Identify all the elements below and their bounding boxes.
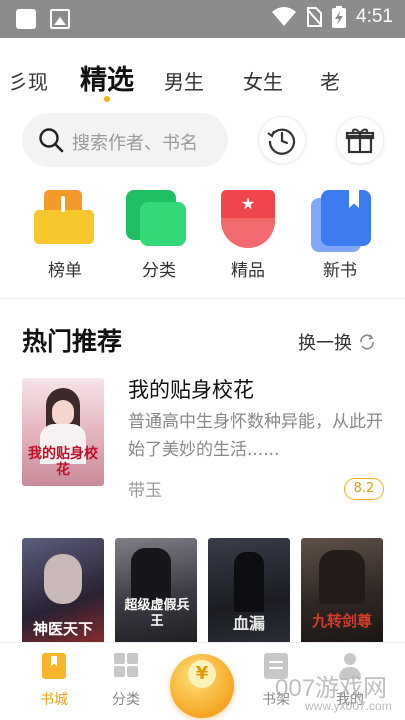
square-icon: [16, 9, 36, 29]
new-book-icon: [305, 190, 375, 252]
no-sim-icon: [306, 7, 323, 27]
tab-male[interactable]: 男生: [164, 66, 204, 95]
featured-book-description: 普通高中生身怀数种异能，从此开始了美妙的生活......: [128, 412, 383, 460]
book-cover-1[interactable]: 神医天下: [22, 538, 104, 646]
coin-icon: ¥: [188, 660, 216, 688]
gift-button[interactable]: [336, 116, 384, 164]
divider: [0, 298, 405, 299]
featured-book-author: 带玉: [128, 481, 162, 501]
book-cover-4[interactable]: 九转剑尊: [301, 538, 383, 646]
battery-charging-icon: [332, 6, 347, 28]
image-icon: [50, 9, 70, 29]
category-tabs: 彡现 精选 男生 女生 老: [0, 56, 405, 106]
ranking-icon: [30, 190, 100, 252]
category-ranking[interactable]: 榜单: [30, 190, 100, 281]
book-cover-2[interactable]: 超级虚假兵王: [115, 538, 197, 646]
book-cover-text: 九转剑尊: [311, 612, 372, 630]
watermark: 007游戏网: [275, 675, 388, 702]
section-title: 热门推荐: [22, 327, 123, 356]
featured-cover-text: 我的贴身校花: [28, 446, 98, 478]
wifi-icon: [272, 7, 297, 27]
category-classify[interactable]: 分类: [124, 190, 194, 281]
book-cover-text: 血漏: [232, 614, 265, 633]
grid-icon: [114, 653, 138, 679]
category-new-book[interactable]: 新书: [305, 190, 375, 281]
tab-more[interactable]: 老: [320, 66, 340, 95]
tab-female[interactable]: 女生: [243, 66, 283, 95]
nav-category[interactable]: 分类: [96, 653, 156, 709]
score-badge: 8.2: [344, 478, 384, 500]
category-label: 分类: [142, 261, 176, 281]
category-premium[interactable]: ★ 精品: [213, 190, 283, 281]
search-placeholder: 搜索作者、书名: [72, 133, 198, 154]
book-cover-3[interactable]: 血漏: [208, 538, 290, 646]
category-label: 榜单: [48, 261, 82, 281]
tab-featured[interactable]: 精选: [80, 58, 134, 97]
book-cover-text: 超级虚假兵王: [124, 598, 190, 629]
bookstore-icon: [42, 653, 66, 679]
category-label: 精品: [231, 261, 265, 281]
history-button[interactable]: [258, 116, 306, 164]
nav-bookstore[interactable]: 书城: [24, 653, 84, 709]
book-cover-text: 神医天下: [32, 620, 93, 638]
search-input[interactable]: 搜索作者、书名: [22, 113, 228, 167]
featured-book-cover[interactable]: 我的贴身校花: [22, 378, 104, 486]
gift-icon: [345, 128, 375, 154]
refresh-icon: [360, 334, 374, 350]
premium-icon: ★: [213, 190, 283, 252]
status-bar: 4:51: [0, 0, 405, 38]
coin-button[interactable]: ¥: [170, 654, 234, 718]
nav-label: 分类: [112, 692, 140, 708]
category-label: 新书: [323, 261, 357, 281]
search-icon: [39, 128, 64, 153]
category-icon: [124, 190, 194, 252]
active-tab-indicator: [104, 96, 110, 102]
refresh-label: 换一换: [298, 333, 352, 354]
refresh-button[interactable]: 换一换: [298, 329, 376, 355]
clock-time: 4:51: [356, 6, 393, 27]
tab-discover[interactable]: 彡现: [8, 66, 48, 95]
clock-icon: [267, 128, 296, 155]
featured-book-title[interactable]: 我的贴身校花: [128, 374, 254, 404]
nav-label: 书城: [40, 692, 68, 708]
watermark-url: www.yx007.com: [305, 699, 392, 713]
